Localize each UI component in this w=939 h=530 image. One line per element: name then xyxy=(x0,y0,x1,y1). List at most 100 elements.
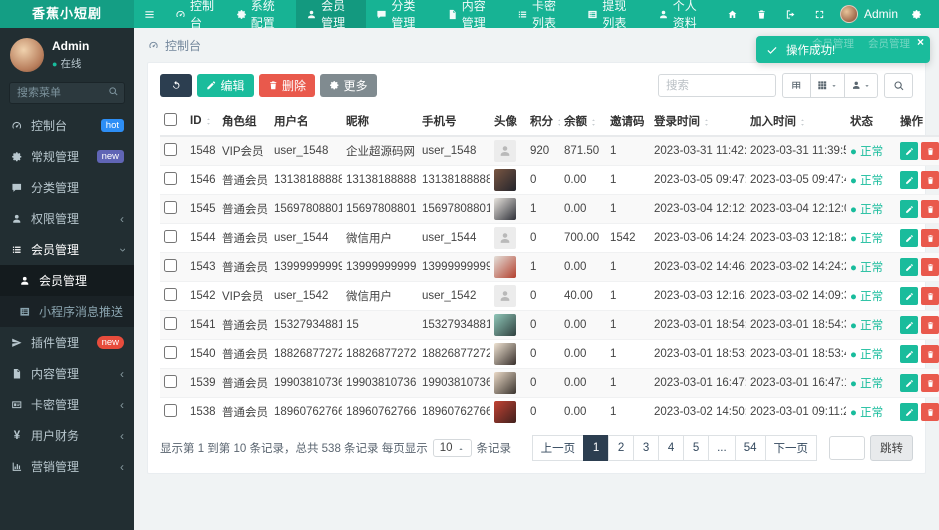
jump-page-input[interactable] xyxy=(829,436,865,460)
avatar-placeholder xyxy=(494,285,516,307)
close-icon[interactable]: × xyxy=(917,35,924,49)
fullscreen-icon[interactable] xyxy=(805,9,834,20)
topnav-item-内容管理[interactable]: 内容管理 xyxy=(437,0,507,30)
row-checkbox[interactable] xyxy=(164,317,177,330)
cell-money: 871.50 xyxy=(560,135,606,166)
page-button-2[interactable]: 2 xyxy=(608,435,635,461)
row-edit-button[interactable] xyxy=(900,345,918,363)
topnav-item-系统配置[interactable]: 系统配置 xyxy=(226,0,296,30)
page-button-5[interactable]: 5 xyxy=(683,435,710,461)
topnav-item-卡密列表[interactable]: 卡密列表 xyxy=(507,0,577,30)
home-icon[interactable] xyxy=(718,9,747,20)
page-size-select[interactable]: 10 xyxy=(432,439,472,457)
topnav-item-分类管理[interactable]: 分类管理 xyxy=(366,0,436,30)
menu-toggle[interactable] xyxy=(134,0,165,28)
row-delete-button[interactable] xyxy=(921,287,939,305)
toolbar: 编辑 删除 更多 xyxy=(160,73,913,98)
row-edit-button[interactable] xyxy=(900,316,918,334)
row-checkbox[interactable] xyxy=(164,288,177,301)
page-ellipsis[interactable]: ... xyxy=(708,435,736,461)
row-edit-button[interactable] xyxy=(900,403,918,421)
row-checkbox[interactable] xyxy=(164,346,177,359)
edit-button[interactable]: 编辑 xyxy=(197,74,254,97)
avatar-photo xyxy=(494,169,516,191)
row-edit-button[interactable] xyxy=(900,229,918,247)
settings-cogs-icon[interactable] xyxy=(902,9,931,20)
row-checkbox[interactable] xyxy=(164,259,177,272)
sidebar-item-权限管理[interactable]: 权限管理 ‹ xyxy=(0,203,134,234)
select-all-checkbox[interactable] xyxy=(164,113,177,126)
row-delete-button[interactable] xyxy=(921,403,939,421)
toggle-view-button[interactable] xyxy=(782,73,811,98)
refresh-button[interactable] xyxy=(160,74,192,97)
columns-dropdown-button[interactable] xyxy=(810,73,845,98)
jump-button[interactable]: 跳转 xyxy=(870,435,913,461)
sidebar-item-控制台[interactable]: 控制台 hot xyxy=(0,110,134,141)
column-header-id[interactable]: ID xyxy=(186,107,218,137)
sidebar-item-用户财务[interactable]: ¥ 用户财务 ‹ xyxy=(0,420,134,451)
next-page-button[interactable]: 下一页 xyxy=(764,435,817,461)
row-delete-button[interactable] xyxy=(921,345,939,363)
row-edit-button[interactable] xyxy=(900,200,918,218)
row-checkbox[interactable] xyxy=(164,375,177,388)
admin-username[interactable]: Admin xyxy=(864,7,898,21)
row-delete-button[interactable] xyxy=(921,258,939,276)
row-delete-button[interactable] xyxy=(921,229,939,247)
row-edit-button[interactable] xyxy=(900,374,918,392)
search-button[interactable] xyxy=(884,73,913,98)
cell-score: 0 xyxy=(526,223,560,253)
column-header-login_time[interactable]: 登录时间 xyxy=(650,107,746,137)
row-checkbox[interactable] xyxy=(164,201,177,214)
topnav-item-个人资料[interactable]: 个人资料 xyxy=(648,0,718,30)
page-button-4[interactable]: 4 xyxy=(658,435,685,461)
row-edit-button[interactable] xyxy=(900,258,918,276)
column-header-score[interactable]: 积分 xyxy=(526,107,560,137)
user-avatar[interactable] xyxy=(10,38,44,72)
page-button-1[interactable]: 1 xyxy=(583,435,610,461)
topnav-item-提现列表[interactable]: 提现列表 xyxy=(577,0,647,30)
row-delete-button[interactable] xyxy=(921,200,939,218)
sidebar-item-卡密管理[interactable]: 卡密管理 ‹ xyxy=(0,389,134,420)
cell-login-time: 2023-03-01 18:54:38 xyxy=(650,310,746,340)
column-header-money[interactable]: 余额 xyxy=(560,107,606,137)
row-checkbox[interactable] xyxy=(164,404,177,417)
row-edit-button[interactable] xyxy=(900,287,918,305)
prev-page-button[interactable]: 上一页 xyxy=(531,435,585,461)
sidebar-subitem-会员管理[interactable]: 会员管理 xyxy=(0,265,134,296)
sidebar-item-分类管理[interactable]: 分类管理 xyxy=(0,172,134,203)
row-delete-button[interactable] xyxy=(921,171,939,189)
table-search-input[interactable] xyxy=(658,74,776,97)
row-delete-button[interactable] xyxy=(921,316,939,334)
page-button-3[interactable]: 3 xyxy=(633,435,660,461)
column-header-invite[interactable]: 邀请码 xyxy=(606,107,650,137)
row-checkbox[interactable] xyxy=(164,230,177,243)
sidebar-item-会员管理[interactable]: 会员管理 ‹ xyxy=(0,234,134,265)
delete-button[interactable]: 删除 xyxy=(258,74,316,97)
sidebar-item-label: 卡密管理 xyxy=(31,398,80,412)
admin-avatar[interactable] xyxy=(839,5,858,23)
row-delete-button[interactable] xyxy=(921,142,939,160)
column-header-mobile: 手机号 xyxy=(418,107,490,137)
row-edit-button[interactable] xyxy=(900,142,918,160)
row-edit-button[interactable] xyxy=(900,171,918,189)
more-button[interactable]: 更多 xyxy=(320,74,377,97)
page-button-54[interactable]: 54 xyxy=(734,435,766,461)
cell-money: 700.00 xyxy=(560,223,606,253)
sidebar-item-内容管理[interactable]: 内容管理 ‹ xyxy=(0,358,134,389)
topnav-item-控制台[interactable]: 控制台 xyxy=(165,0,226,30)
comments-icon xyxy=(376,9,387,20)
sidebar-item-常规管理[interactable]: 常规管理 new xyxy=(0,141,134,172)
row-checkbox[interactable] xyxy=(164,172,177,185)
avatar-photo xyxy=(494,198,516,220)
row-delete-button[interactable] xyxy=(921,374,939,392)
clear-cache-icon[interactable] xyxy=(747,9,776,20)
logout-icon[interactable] xyxy=(776,9,805,20)
sidebar-item-插件管理[interactable]: 插件管理 new xyxy=(0,327,134,358)
column-header-join_time[interactable]: 加入时间 xyxy=(746,107,846,137)
sidebar-subitem-小程序消息推送[interactable]: 小程序消息推送 xyxy=(0,296,134,327)
row-checkbox[interactable] xyxy=(164,143,177,156)
sidebar-item-营销管理[interactable]: 营销管理 ‹ xyxy=(0,451,134,482)
topnav-item-会员管理[interactable]: 会员管理 xyxy=(296,0,367,30)
cell-group: 普通会员 xyxy=(218,194,270,224)
export-dropdown-button[interactable] xyxy=(843,73,878,98)
